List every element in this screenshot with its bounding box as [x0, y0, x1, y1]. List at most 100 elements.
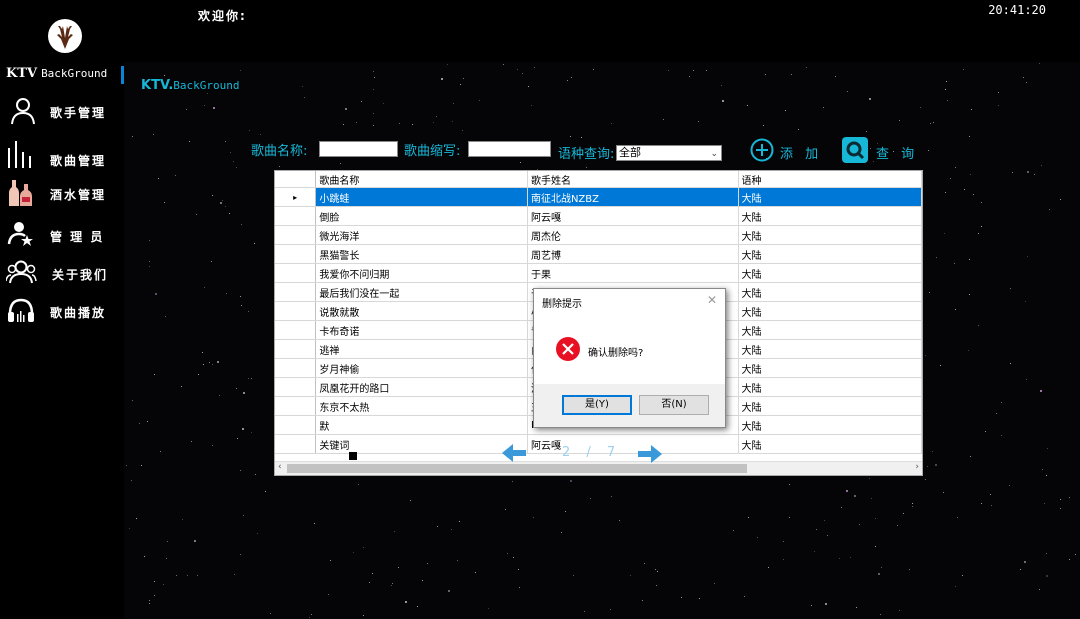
- sidebar-item-drinks[interactable]: 酒水管理: [0, 178, 120, 208]
- deer-logo-icon: [48, 19, 82, 53]
- prev-page-arrow-icon[interactable]: [500, 442, 528, 464]
- row-header[interactable]: [275, 339, 317, 359]
- scroll-thumb[interactable]: [287, 464, 747, 473]
- lang-select[interactable]: 全部 ⌄: [616, 145, 722, 161]
- row-header[interactable]: [275, 225, 317, 245]
- plus-circle-icon: [750, 138, 774, 162]
- cell-singer[interactable]: 阿云嘎: [527, 206, 739, 226]
- sidebar: KTVBackGround 歌手管理 歌曲管理 酒水管理 管 理 员 关于我们: [0, 0, 124, 619]
- cell-language[interactable]: 大陆: [738, 263, 922, 283]
- brand-sub: BackGround: [41, 67, 108, 80]
- dialog-yes-button[interactable]: 是(Y): [562, 395, 632, 415]
- lang-select-value: 全部: [619, 146, 641, 159]
- sidebar-item-label: 歌手管理: [50, 106, 107, 120]
- cell-singer[interactable]: 南征北战NZBZ: [527, 187, 739, 207]
- cell-song-name[interactable]: 岁月神偷: [315, 358, 528, 378]
- sidebar-item-admin[interactable]: 管 理 员: [0, 220, 120, 250]
- sidebar-item-label: 管 理 员: [50, 230, 105, 244]
- sidebar-brand: KTV BackGround: [6, 66, 107, 81]
- cell-language[interactable]: 大陆: [738, 301, 922, 321]
- cell-song-name[interactable]: 小跳蛙: [315, 187, 528, 207]
- cell-language[interactable]: 大陆: [738, 225, 922, 245]
- cell-language[interactable]: 大陆: [738, 244, 922, 264]
- delete-confirm-dialog: 删除提示 ✕ 确认删除吗? 是(Y) 否(N): [533, 288, 726, 428]
- cell-song-name[interactable]: 逃禅: [315, 339, 528, 359]
- cell-singer[interactable]: 周艺博: [527, 244, 739, 264]
- welcome-text: 欢迎你:: [198, 9, 247, 23]
- row-header[interactable]: [275, 206, 317, 226]
- cell-song-name[interactable]: 说散就散: [315, 301, 528, 321]
- abbr-input[interactable]: [468, 141, 551, 157]
- cell-language[interactable]: 大陆: [738, 320, 922, 340]
- table-row[interactable]: 黑猫警长 周艺博 大陆: [275, 244, 922, 264]
- dialog-no-button[interactable]: 否(N): [639, 395, 709, 415]
- music-bars-icon: [6, 138, 36, 168]
- sidebar-item-label: 歌曲管理: [50, 154, 107, 168]
- row-header[interactable]: [275, 244, 317, 264]
- content-brand-sub: BackGround: [173, 79, 240, 92]
- cell-song-name[interactable]: 我爱你不问归期: [315, 263, 528, 283]
- cell-language[interactable]: 大陆: [738, 434, 922, 454]
- sidebar-item-label: 歌曲播放: [50, 306, 107, 320]
- cell-song-name[interactable]: 卡布奇诺: [315, 320, 528, 340]
- row-header[interactable]: [275, 434, 317, 454]
- clock: 20:41:20: [988, 3, 1046, 17]
- sidebar-item-songs[interactable]: 歌曲管理: [0, 138, 120, 172]
- cell-song-name[interactable]: 凤凰花开的路口: [315, 377, 528, 397]
- table-row[interactable]: 我爱你不问归期 于果 大陆: [275, 263, 922, 283]
- row-header[interactable]: [275, 396, 317, 416]
- column-header-singer[interactable]: 歌手姓名: [527, 171, 739, 188]
- cell-song-name[interactable]: 默: [315, 415, 528, 435]
- scroll-left-icon[interactable]: ‹: [278, 462, 282, 472]
- cell-song-name[interactable]: 微光海洋: [315, 225, 528, 245]
- cell-singer[interactable]: 于果: [527, 263, 739, 283]
- cell-language[interactable]: 大陆: [738, 206, 922, 226]
- column-header-language[interactable]: 语种: [738, 171, 922, 188]
- query-button-label[interactable]: 查 询: [876, 143, 918, 162]
- cell-song-name[interactable]: 倒脸: [315, 206, 528, 226]
- sidebar-item-label: 关于我们: [52, 268, 109, 282]
- row-header[interactable]: [275, 263, 317, 283]
- headphones-icon: [6, 296, 36, 326]
- row-header[interactable]: [275, 377, 317, 397]
- sidebar-item-singer[interactable]: 歌手管理: [0, 96, 120, 126]
- cell-language[interactable]: 大陆: [738, 282, 922, 302]
- cell-language[interactable]: 大陆: [738, 187, 922, 207]
- row-header[interactable]: [275, 358, 317, 378]
- chevron-down-icon: ⌄: [710, 149, 718, 159]
- next-page-arrow-icon[interactable]: [636, 443, 664, 465]
- dialog-message: 确认删除吗?: [588, 348, 644, 359]
- cell-song-name[interactable]: 东京不太热: [315, 396, 528, 416]
- dialog-title: 删除提示: [542, 299, 582, 310]
- cell-language[interactable]: 大陆: [738, 339, 922, 359]
- cell-song-name[interactable]: 最后我们没在一起: [315, 282, 528, 302]
- add-button[interactable]: [750, 138, 774, 166]
- content-brand-name: KTV.: [141, 78, 174, 93]
- close-icon[interactable]: ✕: [707, 293, 717, 307]
- row-header[interactable]: [275, 320, 317, 340]
- cell-singer[interactable]: 周杰伦: [527, 225, 739, 245]
- brand-name: KTV: [6, 66, 38, 81]
- sidebar-item-about[interactable]: 关于我们: [0, 258, 120, 288]
- sidebar-item-player[interactable]: 歌曲播放: [0, 296, 120, 326]
- query-button[interactable]: [842, 137, 868, 167]
- row-header[interactable]: [275, 415, 317, 435]
- song-name-input[interactable]: [319, 141, 398, 157]
- table-row[interactable]: ▸ 小跳蛙 南征北战NZBZ 大陆: [275, 187, 922, 207]
- cell-song-name[interactable]: 黑猫警长: [315, 244, 528, 264]
- admin-icon: [6, 220, 36, 250]
- table-row[interactable]: 微光海洋 周杰伦 大陆: [275, 225, 922, 245]
- cell-song-name[interactable]: 关键词: [315, 434, 528, 454]
- cell-language[interactable]: 大陆: [738, 358, 922, 378]
- error-icon: [556, 337, 580, 361]
- scroll-right-icon[interactable]: ›: [915, 462, 919, 472]
- row-header[interactable]: [275, 282, 317, 302]
- cell-language[interactable]: 大陆: [738, 415, 922, 435]
- add-button-label[interactable]: 添 加: [780, 143, 822, 162]
- row-header[interactable]: [275, 301, 317, 321]
- cell-language[interactable]: 大陆: [738, 377, 922, 397]
- column-header-song-name[interactable]: 歌曲名称: [315, 171, 528, 188]
- row-header[interactable]: ▸: [275, 187, 317, 207]
- cell-language[interactable]: 大陆: [738, 396, 922, 416]
- table-row[interactable]: 倒脸 阿云嘎 大陆: [275, 206, 922, 226]
